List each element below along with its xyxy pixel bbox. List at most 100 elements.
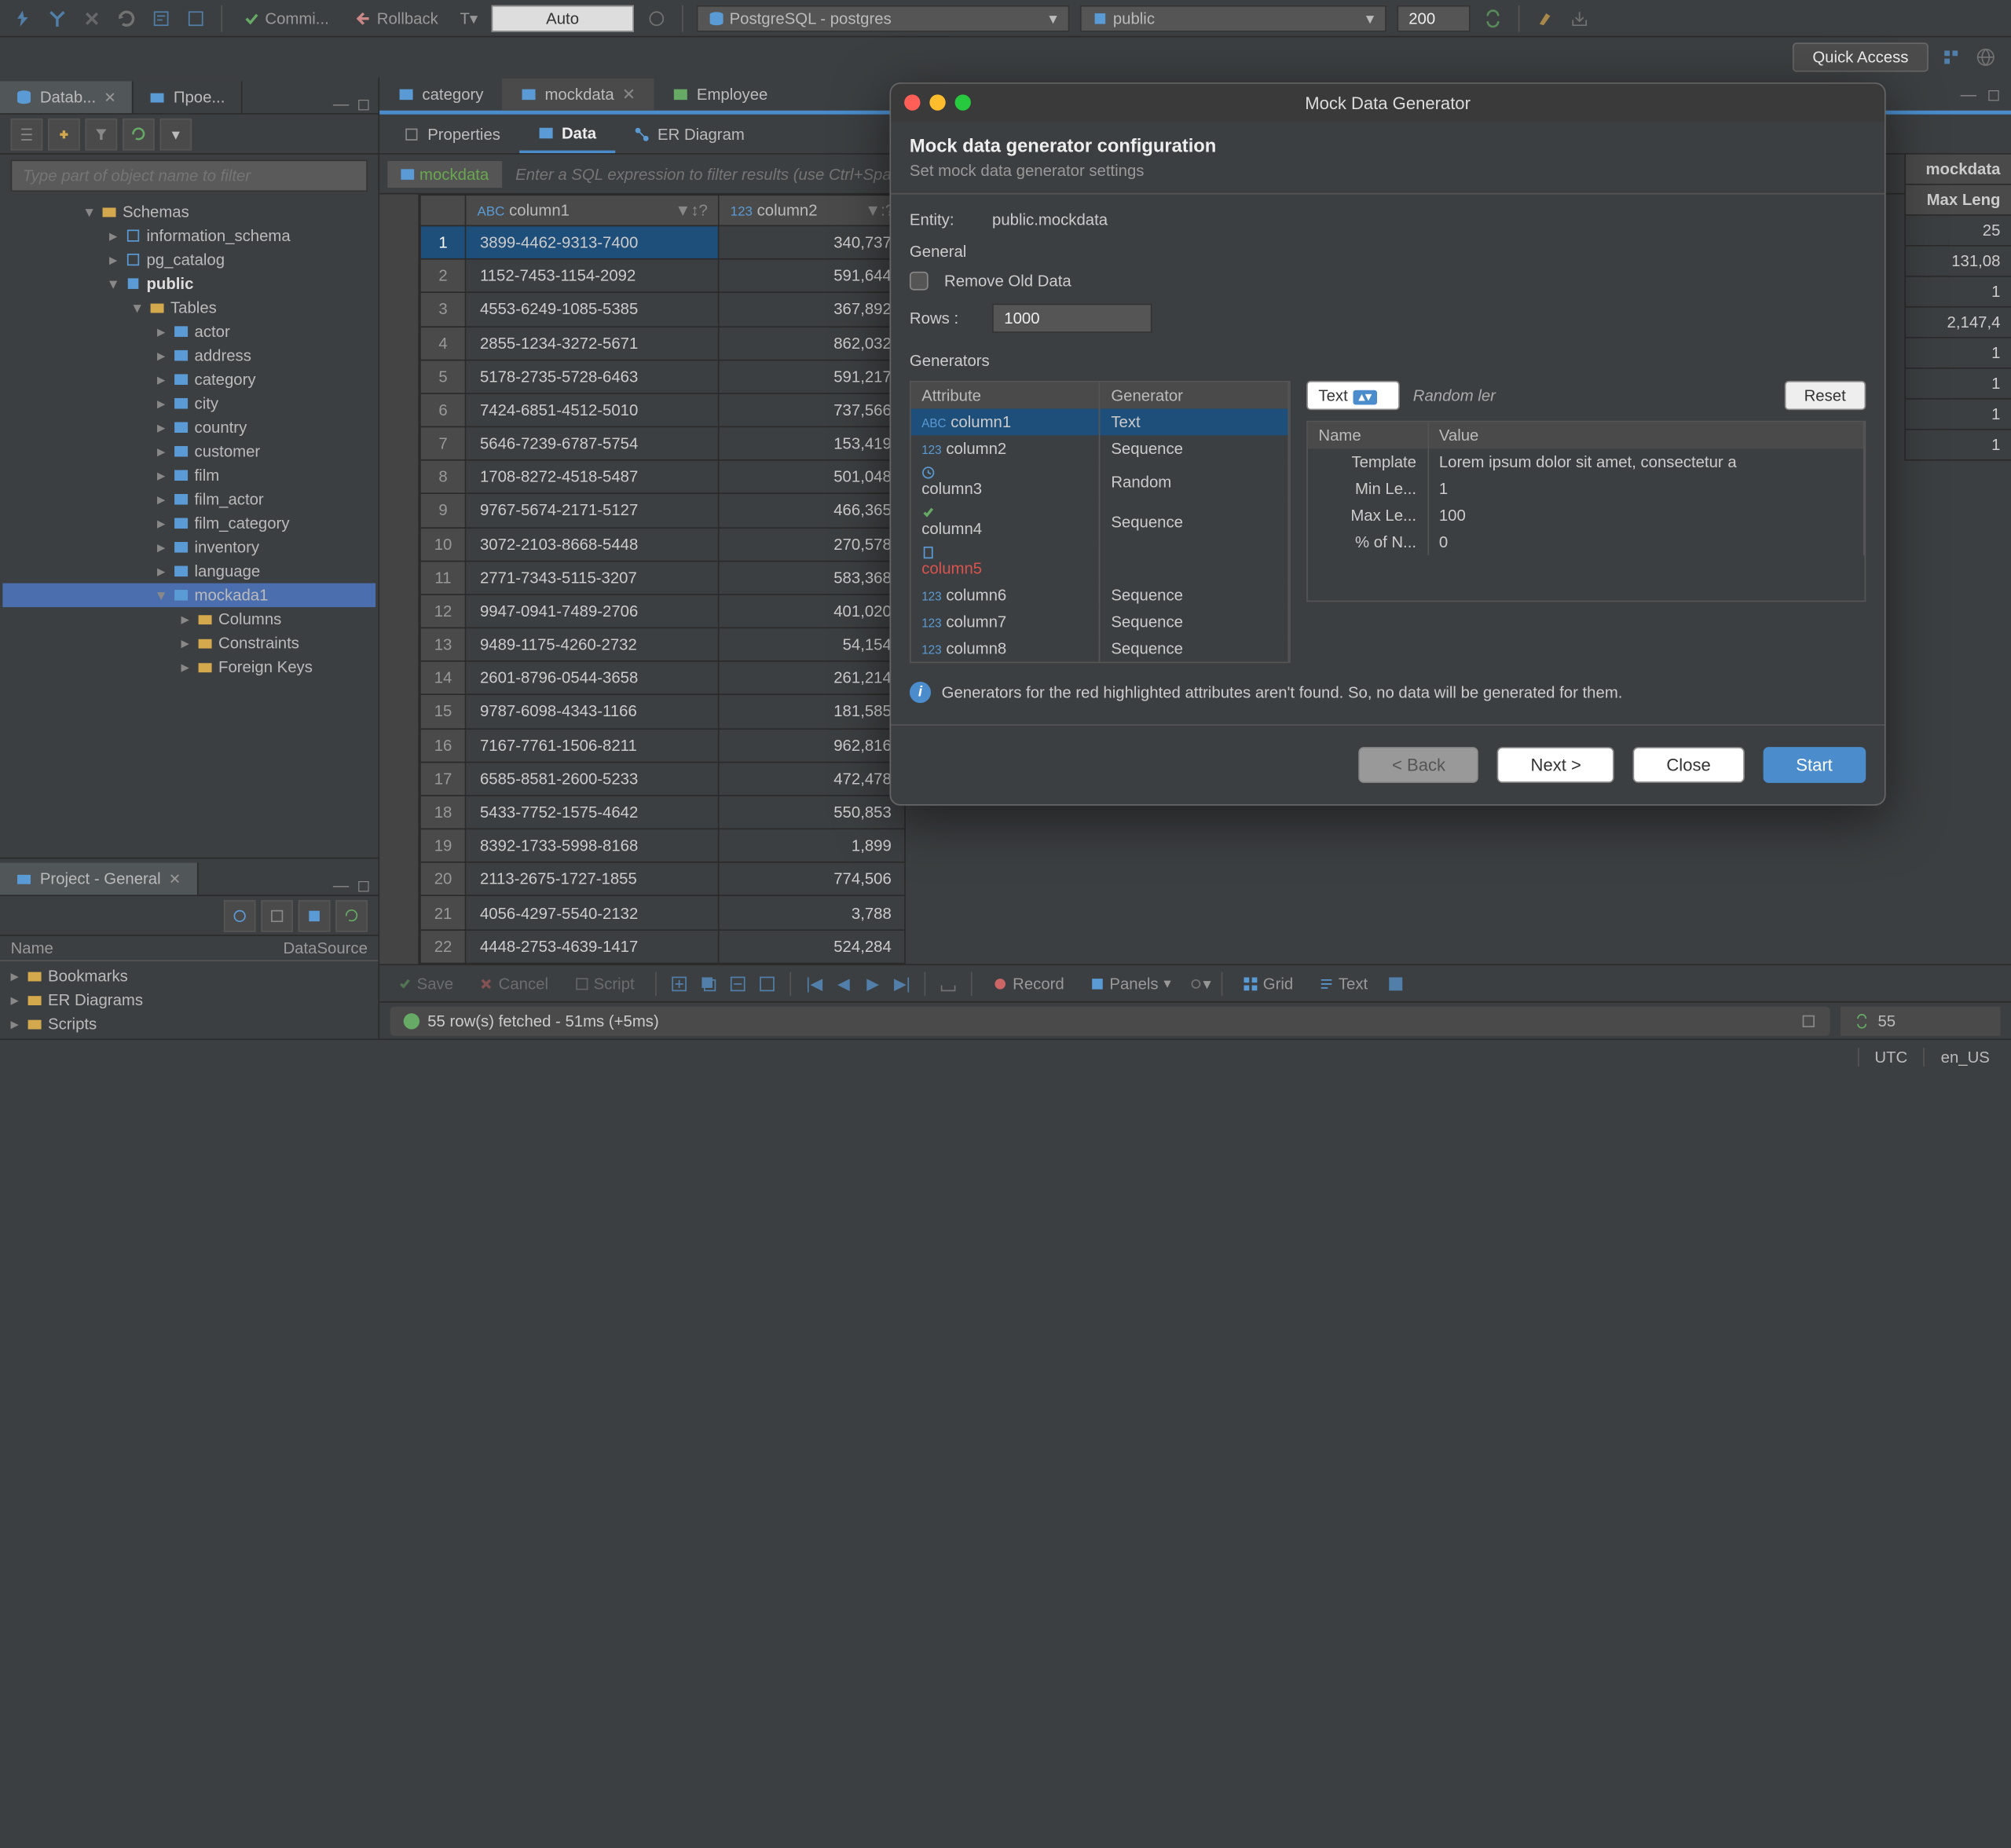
config-proj-icon[interactable]	[224, 899, 256, 931]
collapse-all-icon[interactable]	[11, 118, 43, 150]
tree-table-customer[interactable]: ▸customer	[2, 439, 375, 463]
record-button[interactable]: Record	[984, 970, 1075, 997]
disconnect-icon[interactable]	[80, 6, 104, 31]
table-row[interactable]: 159787-6098-4343-1166181,585	[420, 695, 906, 729]
project-item-er-diagrams[interactable]: ▸ER Diagrams	[2, 988, 375, 1012]
connection-selector[interactable]: PostgreSQL - postgres▾	[696, 5, 1069, 31]
tree-table-category[interactable]: ▸category	[2, 368, 375, 392]
rows-indicator[interactable]: 55	[1841, 1006, 2000, 1035]
tree-filter-input[interactable]	[11, 159, 368, 192]
next-button[interactable]: Next >	[1497, 747, 1614, 783]
attr-row-column8[interactable]: 123 column8Sequence	[911, 635, 1289, 662]
table-row[interactable]: 13899-4462-9313-7400340,737	[420, 225, 906, 259]
duplicate-row-icon[interactable]	[697, 972, 721, 996]
sync-icon[interactable]	[1481, 6, 1505, 31]
gear-icon[interactable]: ▾	[1187, 972, 1211, 996]
project-item-bookmarks[interactable]: ▸Bookmarks	[2, 964, 375, 988]
add-row-icon[interactable]	[668, 972, 692, 996]
export-icon[interactable]	[1567, 6, 1592, 31]
attr-row-column3[interactable]: column3Random	[911, 462, 1289, 502]
table-row[interactable]: 112771-7343-5115-3207583,368	[420, 561, 906, 595]
table-row[interactable]: 75646-7239-6787-5754153,419	[420, 426, 906, 460]
close-icon[interactable]: ✕	[169, 870, 181, 887]
window-close-icon[interactable]	[904, 94, 920, 110]
text-view-button[interactable]: Text	[1310, 970, 1379, 997]
table-row[interactable]: 42855-1234-3272-5671862,032	[420, 326, 906, 360]
rows-input[interactable]	[992, 304, 1152, 333]
next-page-icon[interactable]: ▶	[861, 972, 885, 996]
sql-console-icon[interactable]	[184, 6, 208, 31]
rollback-button[interactable]: Rollback	[347, 6, 446, 31]
subtab-properties[interactable]: Properties	[385, 116, 519, 151]
config-icon[interactable]: ▾	[159, 118, 192, 150]
panels-button[interactable]: Panels ▾	[1080, 970, 1181, 997]
perspective-icon[interactable]	[1939, 46, 1963, 70]
cancel-button[interactable]: Cancel	[469, 970, 559, 997]
start-button[interactable]: Start	[1763, 747, 1866, 783]
tree-table-address[interactable]: ▸address	[2, 343, 375, 368]
close-button[interactable]: Close	[1633, 747, 1744, 783]
prop-row[interactable]: TemplateLorem ipsum dolor sit amet, cons…	[1308, 448, 1864, 475]
table-row[interactable]: 167167-7761-1506-8211962,816	[420, 728, 906, 762]
attr-row-column5[interactable]: column5	[911, 542, 1289, 582]
json-view-icon[interactable]	[1384, 972, 1408, 996]
refresh-icon[interactable]	[115, 6, 139, 31]
attr-row-column1[interactable]: ABC column1Text	[911, 408, 1289, 435]
table-row[interactable]: 198392-1733-5998-81681,899	[420, 829, 906, 863]
database-nav-tab[interactable]: Datab...✕	[0, 81, 134, 113]
table-chip[interactable]: mockdata	[387, 160, 502, 187]
table-row[interactable]: 81708-8272-4518-5487501,048	[420, 460, 906, 494]
project-item-scripts[interactable]: ▸Scripts	[2, 1012, 375, 1036]
table-row[interactable]: 176585-8581-2600-5233472,478	[420, 762, 906, 796]
script-button[interactable]: Script	[564, 970, 645, 997]
prop-row[interactable]: Max Le...100	[1308, 502, 1864, 529]
subtab-data[interactable]: Data	[519, 115, 615, 152]
table-row[interactable]: 103072-2103-8668-5448270,578	[420, 527, 906, 561]
attr-row-column7[interactable]: 123 column7Sequence	[911, 609, 1289, 635]
attr-row-column6[interactable]: 123 column6Sequence	[911, 582, 1289, 609]
tree-table-city[interactable]: ▸city	[2, 391, 375, 415]
export-icon[interactable]	[937, 972, 962, 996]
schema-selector[interactable]: public▾	[1079, 5, 1386, 31]
highlight-icon[interactable]	[1533, 6, 1557, 31]
remove-old-data-checkbox[interactable]	[910, 272, 929, 291]
restore-icon[interactable]: ◻	[357, 876, 370, 895]
tree-table-actor[interactable]: ▸actor	[2, 320, 375, 344]
minimize-icon[interactable]: —	[333, 876, 349, 895]
table-row[interactable]: 214056-4297-5540-21323,788	[420, 896, 906, 930]
refresh-proj-icon[interactable]	[335, 899, 368, 931]
link-proj-icon[interactable]	[299, 899, 331, 931]
table-row[interactable]: 99767-5674-2171-5127466,365	[420, 494, 906, 528]
minimize-icon[interactable]: —	[333, 94, 349, 113]
attr-row-column2[interactable]: 123 column2Sequence	[911, 435, 1289, 462]
projects-tab[interactable]: Прое...	[134, 81, 242, 113]
globe-icon[interactable]	[1974, 46, 1998, 70]
table-row[interactable]: 202113-2675-1727-1855774,506	[420, 862, 906, 896]
prev-page-icon[interactable]: ◀	[832, 972, 856, 996]
new-connection-icon[interactable]	[11, 6, 35, 31]
attributes-table[interactable]: AttributeGenerator ABC column1Text123 co…	[910, 381, 1291, 663]
link-editor-icon[interactable]	[48, 118, 80, 150]
attr-row-column4[interactable]: column4Sequence	[911, 502, 1289, 542]
reset-button[interactable]: Reset	[1784, 381, 1866, 410]
tree-table-country[interactable]: ▸country	[2, 415, 375, 440]
fetch-size-input[interactable]	[1397, 5, 1470, 31]
tx-mode-icon[interactable]: T▾	[457, 6, 482, 31]
first-page-icon[interactable]: |◀	[802, 972, 826, 996]
minimize-icon[interactable]: —	[1961, 85, 1976, 104]
dialog-titlebar[interactable]: Mock Data Generator	[891, 84, 1885, 121]
table-row[interactable]: 224448-2753-4639-1417524,284	[420, 930, 906, 964]
tree-table-language[interactable]: ▸language	[2, 559, 375, 584]
quick-access-button[interactable]: Quick Access	[1793, 42, 1929, 71]
prop-row[interactable]: % of N...0	[1308, 529, 1864, 555]
window-minimize-icon[interactable]	[929, 94, 945, 110]
edit-row-icon[interactable]	[756, 972, 780, 996]
filter-icon[interactable]	[86, 118, 118, 150]
tab-mockdata[interactable]: mockdata✕	[502, 78, 654, 110]
project-tab[interactable]: Project - General✕	[0, 863, 198, 895]
save-button[interactable]: Save	[387, 970, 463, 997]
subtab-er-diagram[interactable]: ER Diagram	[615, 116, 764, 151]
generator-type-select[interactable]: Text▴▾	[1306, 381, 1400, 410]
delete-row-icon[interactable]	[727, 972, 751, 996]
tree-table-inventory[interactable]: ▸inventory	[2, 536, 375, 560]
